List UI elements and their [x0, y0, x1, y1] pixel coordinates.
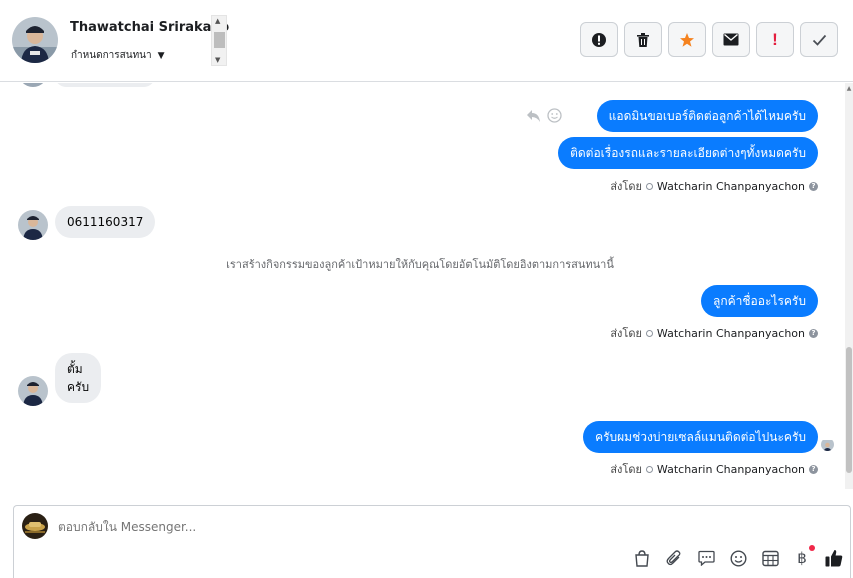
outgoing-message[interactable]: แอดมินขอเบอร์ติดต่อลูกค้าได้ไหมครับ	[596, 100, 818, 132]
trash-icon	[637, 32, 649, 47]
star-icon	[680, 32, 694, 47]
outgoing-message[interactable]: ลูกค้าชื่ออะไรครับ	[701, 285, 818, 317]
action-toolbar: !	[580, 22, 838, 57]
message-input[interactable]	[58, 520, 458, 534]
check-icon	[812, 34, 826, 46]
emoji-button[interactable]	[728, 548, 748, 568]
conversation-schedule-dropdown[interactable]: กำหนดการสนทนา ▼	[71, 48, 165, 63]
info-icon[interactable]: ?	[809, 181, 818, 191]
info-icon[interactable]: ?	[809, 328, 818, 338]
contact-name: Thawatchai Srirakaeo	[70, 20, 230, 35]
sent-status-icon	[645, 329, 653, 337]
sent-status-icon	[645, 182, 653, 190]
sent-by-line: ส่งโดย Watcharin Chanpanyachon ?	[610, 460, 818, 478]
conversation-header: Thawatchai Srirakaeo กำหนดการสนทนา ▼ ▲ ▼	[0, 0, 853, 82]
thumbs-up-icon	[825, 550, 843, 567]
follow-up-button[interactable]: !	[756, 22, 794, 57]
page-avatar	[22, 513, 48, 539]
sent-by-line: ส่งโดย Watcharin Chanpanyachon ?	[610, 324, 818, 342]
scroll-up-arrow-icon[interactable]: ▲	[845, 85, 853, 92]
sender-name[interactable]: Watcharin Chanpanyachon	[657, 327, 805, 340]
schedule-label: กำหนดการสนทนา	[71, 50, 152, 61]
mark-spam-button[interactable]	[580, 22, 618, 57]
sent-by-label: ส่งโดย	[610, 180, 642, 193]
react-emoji-icon[interactable]	[547, 108, 562, 123]
info-icon[interactable]: ?	[809, 464, 818, 474]
message-thread: แอดมินขอเบอร์ติดต่อลูกค้าได้ไหมครับ ติดต…	[0, 83, 853, 503]
envelope-icon	[723, 33, 739, 46]
contact-avatar-small	[18, 376, 48, 406]
attach-file-button[interactable]	[664, 548, 684, 568]
reply-icon[interactable]	[526, 109, 541, 123]
previous-avatar	[18, 83, 48, 87]
incoming-message[interactable]: 0611160317	[55, 206, 156, 238]
chat-bubble-icon	[697, 550, 715, 566]
sender-name[interactable]: Watcharin Chanpanyachon	[657, 180, 805, 193]
header-scrollbar[interactable]: ▲ ▼	[211, 15, 227, 66]
shopping-bag-icon	[635, 549, 649, 567]
sent-by-label: ส่งโดย	[610, 327, 642, 340]
scroll-up-arrow-icon[interactable]: ▲	[215, 17, 220, 25]
saved-replies-button[interactable]	[632, 548, 652, 568]
thread-scrollbar[interactable]: ▲	[845, 83, 853, 489]
caret-down-icon: ▼	[157, 50, 165, 61]
scroll-thumb[interactable]	[214, 32, 225, 48]
sent-by-label: ส่งโดย	[610, 463, 642, 476]
sent-by-line: ส่งโดย Watcharin Chanpanyachon ?	[610, 177, 818, 195]
message-line: ครับ	[67, 380, 90, 394]
baht-icon: ฿	[797, 549, 807, 567]
sender-name[interactable]: Watcharin Chanpanyachon	[657, 463, 805, 476]
seen-avatar	[821, 438, 834, 451]
alert-circle-icon	[592, 32, 606, 47]
scroll-thumb[interactable]	[846, 347, 852, 473]
sent-status-icon	[645, 465, 653, 473]
like-button[interactable]	[824, 548, 844, 568]
outgoing-message[interactable]: ครับผมช่วงบ่ายเซลล์แมนติดต่อไปนะครับ	[583, 421, 818, 453]
scroll-down-arrow-icon[interactable]: ▼	[215, 56, 220, 64]
delete-button[interactable]	[624, 22, 662, 57]
contact-avatar-small	[18, 210, 48, 240]
exclamation-icon: !	[772, 29, 778, 49]
mark-unread-button[interactable]	[712, 22, 750, 57]
star-button[interactable]	[668, 22, 706, 57]
notification-dot	[809, 545, 815, 551]
mark-done-button[interactable]	[800, 22, 838, 57]
message-line: ตั้ม	[67, 362, 83, 376]
calendar-grid-icon	[761, 550, 779, 566]
smiley-icon	[729, 549, 747, 567]
system-notice: เราสร้างกิจกรรมของลูกค้าเป้าหมายให้กับคุ…	[226, 258, 614, 271]
reply-composer: ฿	[13, 505, 851, 578]
quick-reply-button[interactable]	[696, 548, 716, 568]
contact-avatar[interactable]	[12, 17, 58, 63]
incoming-message[interactable]: ตั้ม ครับ	[55, 353, 102, 403]
composer-toolbar: ฿	[632, 545, 844, 568]
outgoing-message[interactable]: ติดต่อเรื่องรถและรายละเอียดต่างๆทั้งหมดค…	[558, 137, 818, 169]
previous-message-bubble	[55, 83, 155, 87]
payment-request-button[interactable]: ฿	[792, 545, 815, 568]
appointment-button[interactable]	[760, 548, 780, 568]
paperclip-icon	[666, 550, 681, 566]
